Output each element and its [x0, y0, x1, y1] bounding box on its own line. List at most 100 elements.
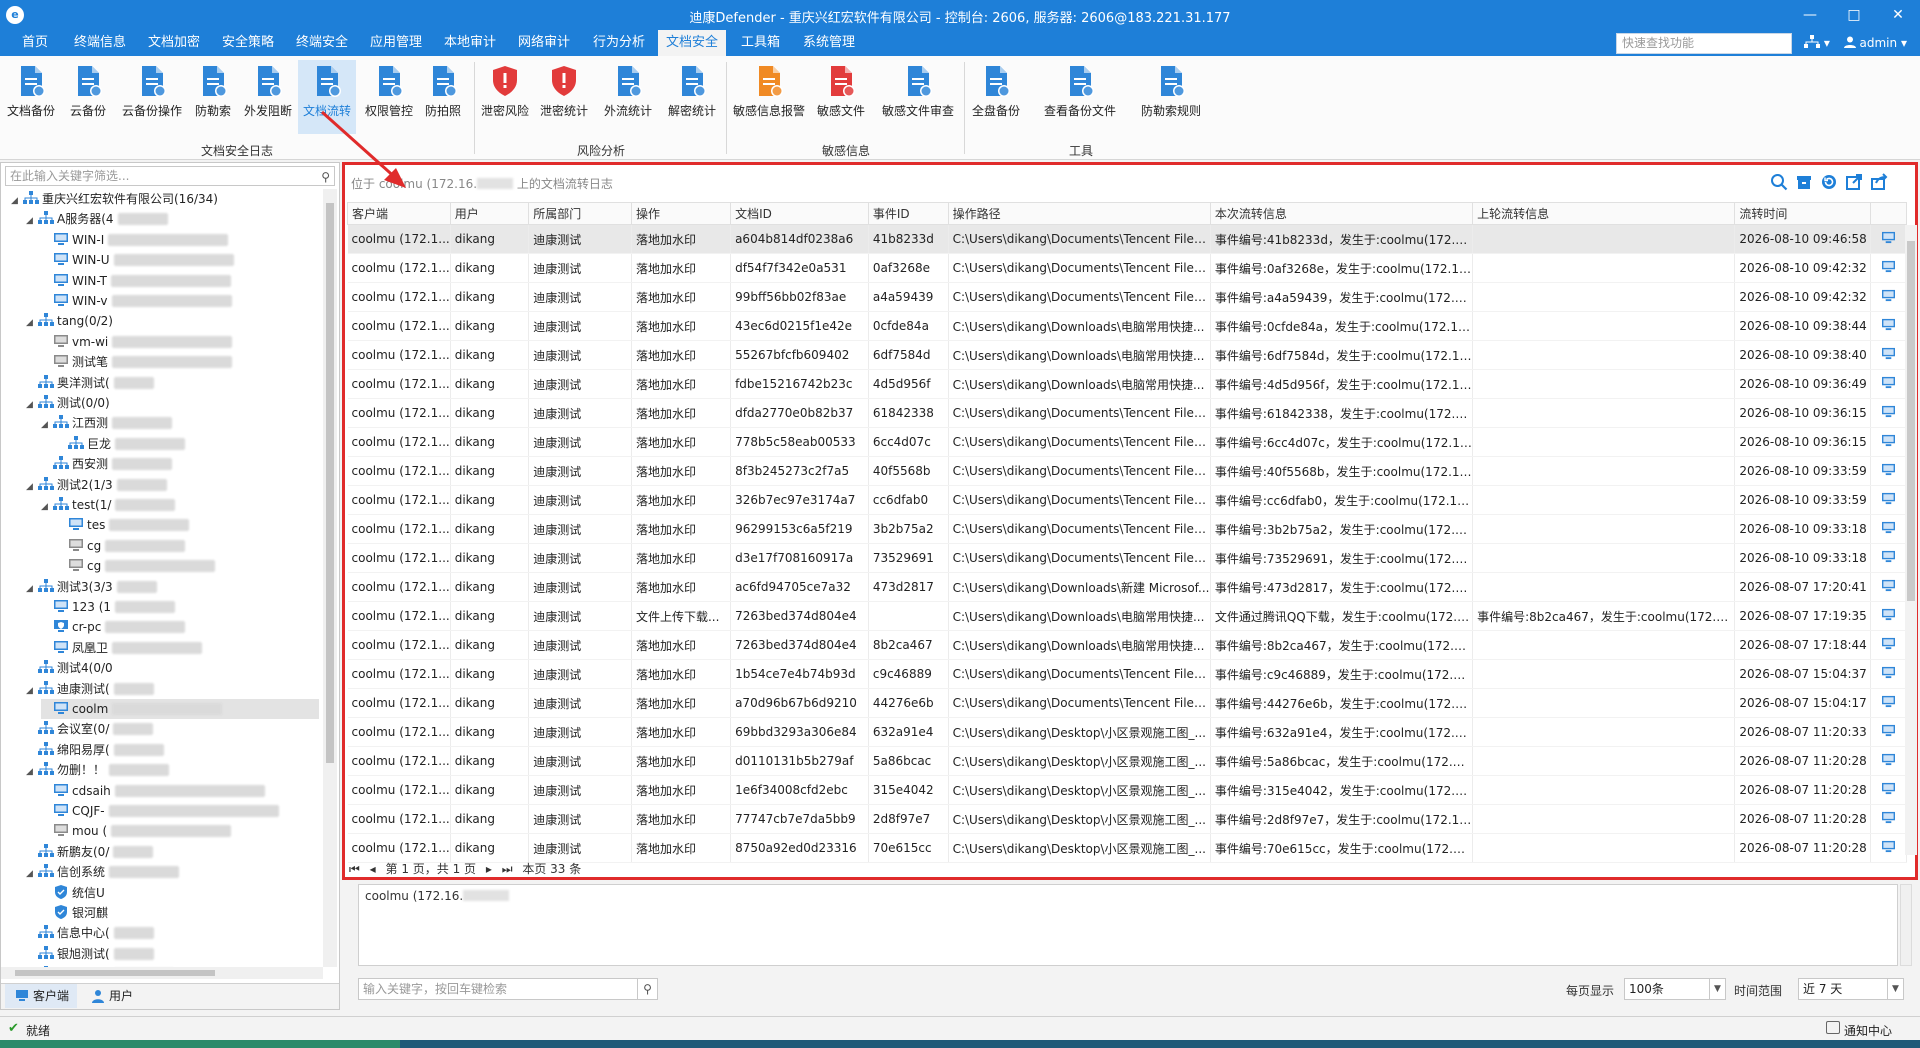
computer-icon[interactable]: [1870, 572, 1908, 602]
column-header[interactable]: 本次流转信息: [1209, 202, 1474, 225]
ribbon-button[interactable]: 云备份操作: [118, 60, 186, 134]
tree-node[interactable]: ◢ 测试2(1/3: [26, 475, 167, 495]
tree-node[interactable]: 信息中心(: [26, 923, 154, 943]
scrollbar-thumb[interactable]: [1907, 241, 1915, 601]
computer-icon[interactable]: [1870, 775, 1908, 805]
computer-icon[interactable]: [1870, 514, 1908, 544]
table-row[interactable]: coolmu (172.1... dikang 迪康测试 落地加水印 43ec6d021…: [347, 311, 1908, 341]
expand-toggle-icon[interactable]: ◢: [26, 477, 38, 497]
ribbon-button[interactable]: 全盘备份: [966, 60, 1026, 134]
menu-item[interactable]: 文档安全: [658, 30, 727, 56]
notification-center-link[interactable]: 通知中心: [1844, 1022, 1892, 1039]
ribbon-button[interactable]: 外发阻断: [240, 60, 296, 134]
grid-vertical-scrollbar[interactable]: [1905, 225, 1917, 855]
table-row[interactable]: coolmu (172.1... dikang 迪康测试 落地加水印 ac6fd9470…: [347, 572, 1908, 602]
column-header[interactable]: 操作路径: [947, 202, 1211, 225]
tree-node[interactable]: WIN-v: [41, 291, 232, 311]
table-row[interactable]: coolmu (172.1... dikang 迪康测试 落地加水印 326b7ec97…: [347, 485, 1908, 515]
share-icon[interactable]: [1870, 173, 1888, 191]
prev-page-button[interactable]: ◂: [370, 862, 376, 876]
expand-toggle-icon[interactable]: ◢: [26, 211, 38, 231]
expand-toggle-icon[interactable]: ◢: [26, 681, 38, 701]
column-header[interactable]: 文档ID: [730, 202, 869, 225]
ribbon-button[interactable]: 解密统计: [662, 60, 722, 134]
table-row[interactable]: coolmu (172.1... dikang 迪康测试 落地加水印 df54f7f34…: [347, 253, 1908, 283]
table-row[interactable]: coolmu (172.1... dikang 迪康测试 落地加水印 fdbe15216…: [347, 369, 1908, 399]
table-row[interactable]: coolmu (172.1... dikang 迪康测试 落地加水印 1e6f34008…: [347, 775, 1908, 805]
export-icon[interactable]: [1845, 173, 1863, 191]
column-header[interactable]: 事件ID: [867, 202, 949, 225]
tree-horizontal-scrollbar[interactable]: [1, 967, 323, 979]
expand-toggle-icon[interactable]: ◢: [26, 313, 38, 333]
tree-node[interactable]: 银旭测试(: [26, 944, 154, 964]
expand-toggle-icon[interactable]: ◢: [26, 762, 38, 782]
expand-toggle-icon[interactable]: ◢: [26, 395, 38, 415]
tree-node[interactable]: 测试4(0/0: [26, 658, 113, 678]
tree-node[interactable]: cr-pc: [41, 617, 186, 637]
table-row[interactable]: coolmu (172.1... dikang 迪康测试 落地加水印 96299153c…: [347, 514, 1908, 544]
chevron-down-icon[interactable]: ▼: [1887, 979, 1903, 999]
minimize-button[interactable]: —: [1788, 4, 1832, 26]
computer-icon[interactable]: [1870, 253, 1908, 283]
tree-node[interactable]: ◢ 江西测: [41, 413, 173, 435]
menu-item[interactable]: 终端信息: [66, 30, 134, 56]
table-row[interactable]: coolmu (172.1... dikang 迪康测试 落地加水印 99bff56bb…: [347, 282, 1908, 312]
tree-node[interactable]: WIN-T: [41, 271, 231, 291]
computer-icon[interactable]: [1870, 224, 1908, 254]
detail-scrollbar[interactable]: [1900, 884, 1912, 966]
tree-node[interactable]: cg: [56, 556, 216, 576]
menu-item[interactable]: 系统管理: [795, 30, 863, 56]
ribbon-button[interactable]: 云备份: [62, 60, 114, 134]
tree-node[interactable]: ◢ 测试(0/0): [26, 393, 110, 413]
computer-icon[interactable]: [1870, 311, 1908, 341]
tree-node[interactable]: ◢ A服务器(4: [26, 209, 168, 229]
expand-toggle-icon[interactable]: ◢: [41, 497, 53, 517]
computer-icon[interactable]: [1870, 485, 1908, 515]
tree-node[interactable]: ◢ 勿删！！: [26, 760, 170, 782]
tree-node[interactable]: mou (: [41, 821, 232, 841]
tree-node[interactable]: 巨龙: [56, 434, 186, 454]
ribbon-button[interactable]: 外流统计: [600, 60, 656, 134]
tree-node[interactable]: coolm: [41, 699, 319, 719]
tree-node[interactable]: ◢ 测试3(3/3: [26, 577, 157, 597]
expand-toggle-icon[interactable]: ◢: [41, 415, 53, 435]
ribbon-button[interactable]: 敏感文件审查: [876, 60, 960, 134]
tree-node[interactable]: ◢ tang(0/2): [26, 311, 113, 331]
tree-node[interactable]: cg: [56, 536, 186, 556]
tree-node[interactable]: ◢ 迪康测试(: [26, 679, 154, 699]
table-row[interactable]: coolmu (172.1... dikang 迪康测试 落地加水印 8750a92ed…: [347, 833, 1908, 863]
menu-item[interactable]: 首页: [14, 30, 56, 56]
message-icon[interactable]: [1826, 1021, 1840, 1034]
last-page-button[interactable]: ⏭: [502, 862, 513, 876]
tree-vertical-scrollbar[interactable]: [323, 189, 337, 967]
refresh-icon[interactable]: [1820, 173, 1838, 191]
ribbon-button[interactable]: 防勒索: [188, 60, 238, 134]
tree-node[interactable]: 西安测: [41, 454, 173, 474]
tree-node[interactable]: cdsaih: [41, 781, 265, 801]
menu-item[interactable]: 网络审计: [510, 30, 578, 56]
tree-node[interactable]: CQJF-: [41, 801, 279, 821]
ribbon-button[interactable]: 防拍照: [420, 60, 466, 134]
table-row[interactable]: coolmu (172.1... dikang 迪康测试 落地加水印 7263bed37…: [347, 630, 1908, 660]
column-header[interactable]: 客户端: [347, 202, 451, 225]
computer-icon[interactable]: [1870, 630, 1908, 660]
tree-node[interactable]: WIN-U: [41, 250, 234, 270]
search-icon[interactable]: ⚲: [637, 979, 657, 999]
table-row[interactable]: coolmu (172.1... dikang 迪康测试 落地加水印 a70d96b67…: [347, 688, 1908, 718]
table-row[interactable]: coolmu (172.1... dikang 迪康测试 落地加水印 77747cb7e…: [347, 804, 1908, 834]
column-header[interactable]: 流转时间: [1734, 202, 1871, 225]
table-row[interactable]: coolmu (172.1... dikang 迪康测试 落地加水印 778b5c58e…: [347, 427, 1908, 457]
column-header[interactable]: 用户: [449, 202, 530, 225]
tree-node[interactable]: 银河麒: [41, 903, 108, 923]
tree-node[interactable]: 绵阳易厚(: [26, 740, 164, 760]
quick-search-input[interactable]: 快速查找功能: [1616, 33, 1792, 54]
tree-node[interactable]: ◢ test(1/: [41, 495, 176, 517]
ribbon-button[interactable]: 敏感信息报警: [730, 60, 808, 134]
menu-item[interactable]: 应用管理: [362, 30, 430, 56]
next-page-button[interactable]: ▸: [486, 862, 492, 876]
user-menu-arrow[interactable]: ▾: [1901, 36, 1907, 50]
tree-node[interactable]: 123 (1: [41, 597, 176, 617]
archive-icon[interactable]: [1795, 173, 1813, 191]
ribbon-button[interactable]: 查看备份文件: [1030, 60, 1130, 134]
computer-icon[interactable]: [1870, 833, 1908, 863]
